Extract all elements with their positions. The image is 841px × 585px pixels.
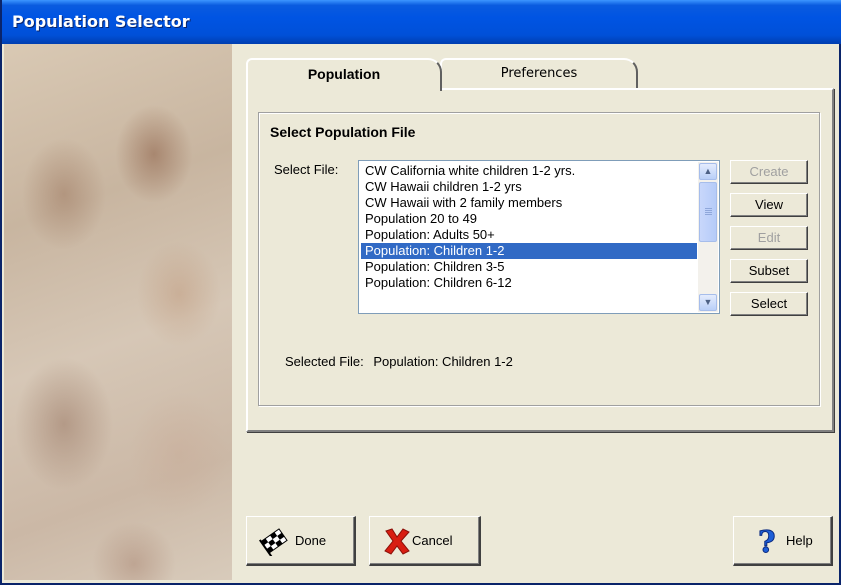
list-item[interactable]: Population 20 to 49 xyxy=(361,211,697,227)
checkered-flag-icon xyxy=(259,528,288,556)
cancel-label: Cancel xyxy=(412,533,453,548)
done-label: Done xyxy=(295,533,327,548)
scroll-thumb[interactable] xyxy=(699,182,717,242)
subset-button[interactable]: Subset xyxy=(730,259,808,283)
title-bar[interactable]: Population Selector xyxy=(2,0,841,44)
selected-file-readout: Selected File: Population: Children 1-2 xyxy=(285,354,519,369)
group-title: Select Population File xyxy=(270,124,416,140)
svg-text:?: ? xyxy=(758,526,776,556)
select-file-label: Select File: xyxy=(274,162,339,177)
cancel-button[interactable]: Cancel xyxy=(369,516,481,566)
selected-file-label: Selected File: xyxy=(285,354,364,369)
list-item[interactable]: Population: Children 6-12 xyxy=(361,275,697,291)
selected-file-value: Population: Children 1-2 xyxy=(373,354,513,369)
view-button[interactable]: View xyxy=(730,193,808,217)
list-item[interactable]: CW Hawaii children 1-2 yrs xyxy=(361,179,697,195)
edit-button[interactable]: Edit xyxy=(730,226,808,250)
create-button[interactable]: Create xyxy=(730,160,808,184)
list-item[interactable]: Population: Children 3-5 xyxy=(361,259,697,275)
population-file-list[interactable]: CW California white children 1-2 yrs. CW… xyxy=(358,160,720,314)
scroll-up-icon[interactable]: ▲ xyxy=(699,163,717,180)
question-mark-icon: ? xyxy=(758,526,777,556)
red-x-icon xyxy=(384,528,410,555)
list-item[interactable]: CW Hawaii with 2 family members xyxy=(361,195,697,211)
select-button[interactable]: Select xyxy=(730,292,808,316)
done-button[interactable]: Done xyxy=(246,516,356,566)
window-title: Population Selector xyxy=(12,12,190,31)
list-scrollbar[interactable]: ▲ ▼ xyxy=(698,162,718,312)
list-item-selected[interactable]: Population: Children 1-2 xyxy=(361,243,697,259)
scroll-down-icon[interactable]: ▼ xyxy=(699,294,717,311)
help-button[interactable]: ? Help xyxy=(733,516,833,566)
list-item[interactable]: CW California white children 1-2 yrs. xyxy=(361,163,697,179)
list-item[interactable]: Population: Adults 50+ xyxy=(361,227,697,243)
tab-preferences[interactable]: Preferences xyxy=(440,58,638,88)
help-label: Help xyxy=(786,533,813,548)
people-photo-banner xyxy=(4,44,232,580)
tab-population[interactable]: Population xyxy=(246,58,442,91)
